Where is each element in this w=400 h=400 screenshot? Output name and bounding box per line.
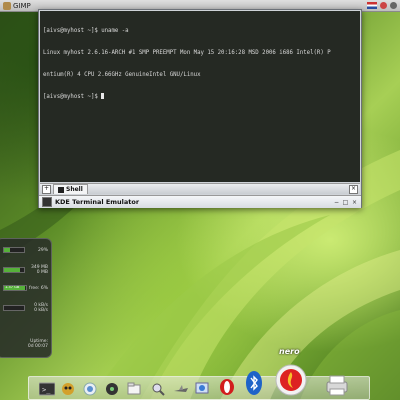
terminal-line: entium(R) 4 CPU 2.66GHz GenuineIntel GNU… xyxy=(43,71,201,78)
system-monitor-widget: 29% 349 MB 0 MB 1.37 GB free: 6% 0 kB/s … xyxy=(0,238,52,358)
disk-bar: 1.37 GB xyxy=(3,285,27,291)
disk-free: free: 6% xyxy=(29,285,48,291)
application-dock: >_ xyxy=(28,364,370,400)
memory-bar xyxy=(3,267,25,273)
network-out: 0 kB/s xyxy=(34,308,48,313)
gimp-icon[interactable] xyxy=(61,382,75,396)
nero-dock-label: nero xyxy=(279,347,300,356)
maximize-button[interactable]: □ xyxy=(342,199,349,206)
new-tab-button[interactable]: + xyxy=(42,184,51,194)
network-bar xyxy=(3,305,25,311)
system-tray xyxy=(367,2,397,9)
file-manager-icon[interactable] xyxy=(127,382,141,396)
nero-burning-icon[interactable] xyxy=(275,364,307,396)
terminal-output[interactable]: [aivs@myhost ~]$ uname -a Linux myhost 2… xyxy=(40,11,360,182)
cpu-bar xyxy=(3,247,25,253)
printer-icon[interactable] xyxy=(325,374,349,396)
tray-icon[interactable] xyxy=(390,2,397,9)
window-title: KDE Terminal Emulator xyxy=(55,198,140,206)
terminal-line: Linux myhost 2.6.16-ARCH #1 SMP PREEMPT … xyxy=(43,50,331,57)
uptime-value: 0d 00:07 xyxy=(27,344,48,349)
search-icon[interactable] xyxy=(151,382,165,396)
minimize-button[interactable]: − xyxy=(333,199,340,206)
aircraft-game-icon[interactable] xyxy=(173,384,189,396)
terminal-icon xyxy=(58,186,64,193)
konsole-window: [aivs@myhost ~]$ uname -a Linux myhost 2… xyxy=(38,9,362,208)
tab-shell[interactable]: Shell xyxy=(53,184,88,194)
konsole-icon[interactable] xyxy=(42,197,52,207)
memory-bar-fill xyxy=(4,268,20,272)
text-cursor xyxy=(101,93,105,100)
bluetooth-icon[interactable] xyxy=(245,370,263,396)
close-tab-button[interactable]: × xyxy=(349,184,358,194)
swap-used: 0 MB xyxy=(36,270,48,275)
window-titlebar[interactable]: KDE Terminal Emulator − □ × xyxy=(39,195,361,208)
taskbar-gimp[interactable]: GIMP xyxy=(3,1,31,10)
terminal-line: [aivs@myhost ~]$ uname -a xyxy=(43,28,129,35)
us-flag-icon[interactable] xyxy=(367,2,377,9)
tray-icon[interactable] xyxy=(380,2,387,9)
cpu-bar-fill xyxy=(4,248,10,252)
svg-text:>_: >_ xyxy=(42,386,51,394)
web-browser-icon[interactable] xyxy=(83,382,97,396)
taskbar-gimp-label: GIMP xyxy=(13,1,31,10)
close-button[interactable]: × xyxy=(351,199,358,206)
tab-bar: + Shell × xyxy=(40,183,360,194)
terminal-icon[interactable]: >_ xyxy=(39,382,55,396)
tab-shell-label: Shell xyxy=(66,186,83,193)
disk-label: 1.37 GB xyxy=(5,285,20,289)
terminal-prompt: [aivs@myhost ~]$ xyxy=(43,94,102,101)
opera-icon[interactable] xyxy=(219,378,235,396)
gimp-icon xyxy=(3,1,11,10)
cpu-percent: 29% xyxy=(37,247,48,253)
media-icon[interactable] xyxy=(105,382,119,396)
network-icon[interactable] xyxy=(195,382,209,396)
